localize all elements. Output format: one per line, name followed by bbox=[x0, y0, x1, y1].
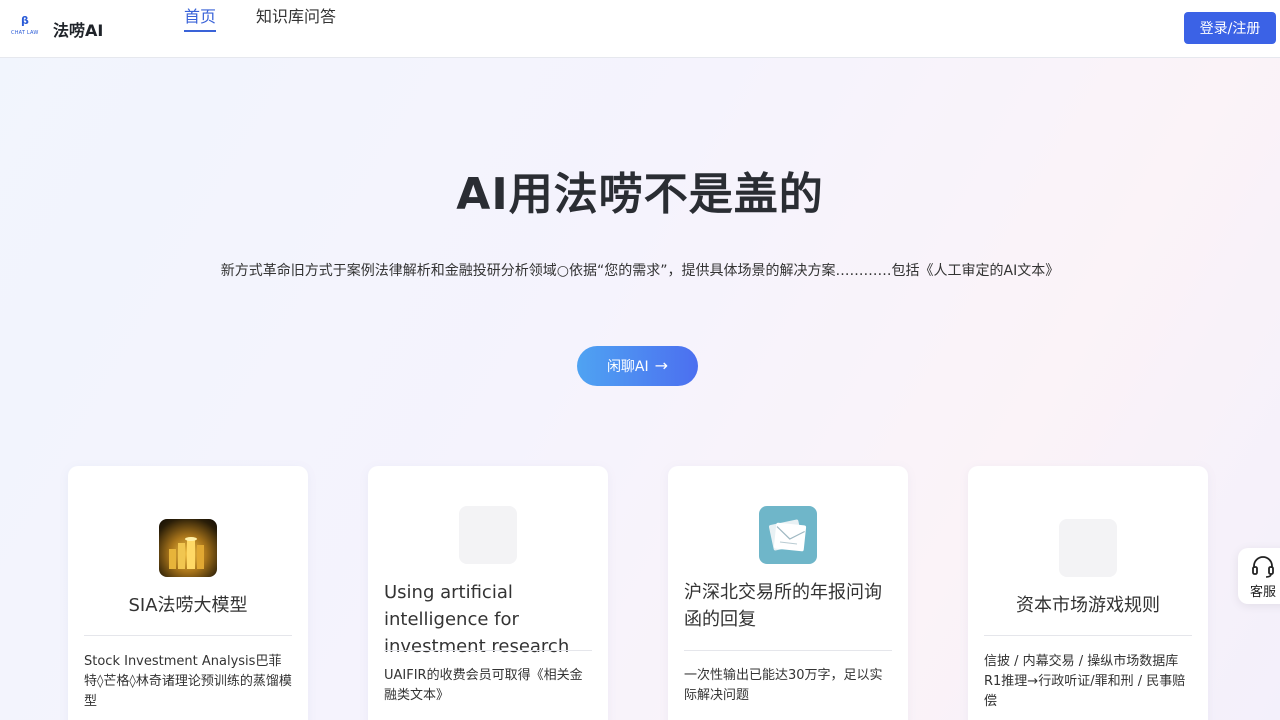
placeholder-icon bbox=[459, 506, 517, 564]
feature-card-capital-market[interactable]: 资本市场游戏规则 信披 / 内幕交易 / 操纵市场数据库R1推理→行政听证/罪和… bbox=[968, 466, 1208, 720]
tab-home[interactable]: 首页 bbox=[184, 3, 216, 27]
chat-ai-button-label: 闲聊AI bbox=[606, 359, 649, 375]
hero-title: AI用法唠不是盖的 bbox=[456, 169, 824, 220]
gold-coins-icon bbox=[159, 519, 217, 577]
customer-service-button[interactable]: 客服 bbox=[1238, 548, 1280, 604]
hero-description: 新方式革命旧方式于案例法律解析和金融投研分析领域○依据“您的需求”，提供具体场景… bbox=[220, 263, 1060, 279]
card-description: 一次性输出已能达30万字，足以实际解决问题 bbox=[684, 668, 883, 703]
card-title: 资本市场游戏规则 bbox=[1016, 595, 1160, 616]
card-description: 信披 / 内幕交易 / 操纵市场数据库R1推理→行政听证/罪和刑 / 民事赔偿 bbox=[984, 654, 1186, 709]
arrow-right-icon: → bbox=[654, 356, 669, 375]
card-title: SIA法唠大模型 bbox=[128, 595, 248, 616]
feature-card-annual-report[interactable]: 沪深北交易所的年报问询函的回复 一次性输出已能达30万字，足以实际解决问题 bbox=[668, 466, 908, 720]
card-description: UAIFIR的收费会员可取得《相关金融类文本》 bbox=[384, 668, 583, 703]
brand-name[interactable]: 法唠AI bbox=[53, 17, 103, 41]
feature-card-sia[interactable]: SIA法唠大模型 Stock Investment Analysis巴菲特◊芒格… bbox=[68, 466, 308, 720]
logo[interactable]: β CHAT LAW bbox=[11, 14, 43, 40]
active-tab-indicator bbox=[184, 30, 216, 32]
card-divider bbox=[684, 650, 892, 651]
tab-knowledge-qa[interactable]: 知识库问答 bbox=[256, 3, 336, 27]
logo-subtitle: CHAT LAW bbox=[11, 30, 39, 36]
card-divider bbox=[84, 635, 292, 636]
logo-glyph: β bbox=[21, 14, 29, 27]
customer-service-label: 客服 bbox=[1250, 585, 1277, 600]
placeholder-icon bbox=[1059, 519, 1117, 577]
card-description: Stock Investment Analysis巴菲特◊芒格◊林奇诸理论预训练… bbox=[84, 654, 292, 709]
card-divider bbox=[984, 635, 1192, 636]
headset-icon bbox=[1252, 556, 1274, 578]
letter-icon bbox=[759, 506, 817, 564]
login-register-button[interactable]: 登录/注册 bbox=[1184, 12, 1276, 44]
card-divider bbox=[384, 650, 592, 651]
chat-ai-button[interactable]: 闲聊AI → bbox=[577, 346, 698, 386]
card-title: Using artificial intelligence for invest… bbox=[384, 582, 570, 657]
card-title: 沪深北交易所的年报问询函的回复 bbox=[684, 582, 882, 630]
top-header: β CHAT LAW 法唠AI 首页 知识库问答 登录/注册 bbox=[0, 0, 1280, 58]
feature-card-uaifir[interactable]: Using artificial intelligence for invest… bbox=[368, 466, 608, 720]
